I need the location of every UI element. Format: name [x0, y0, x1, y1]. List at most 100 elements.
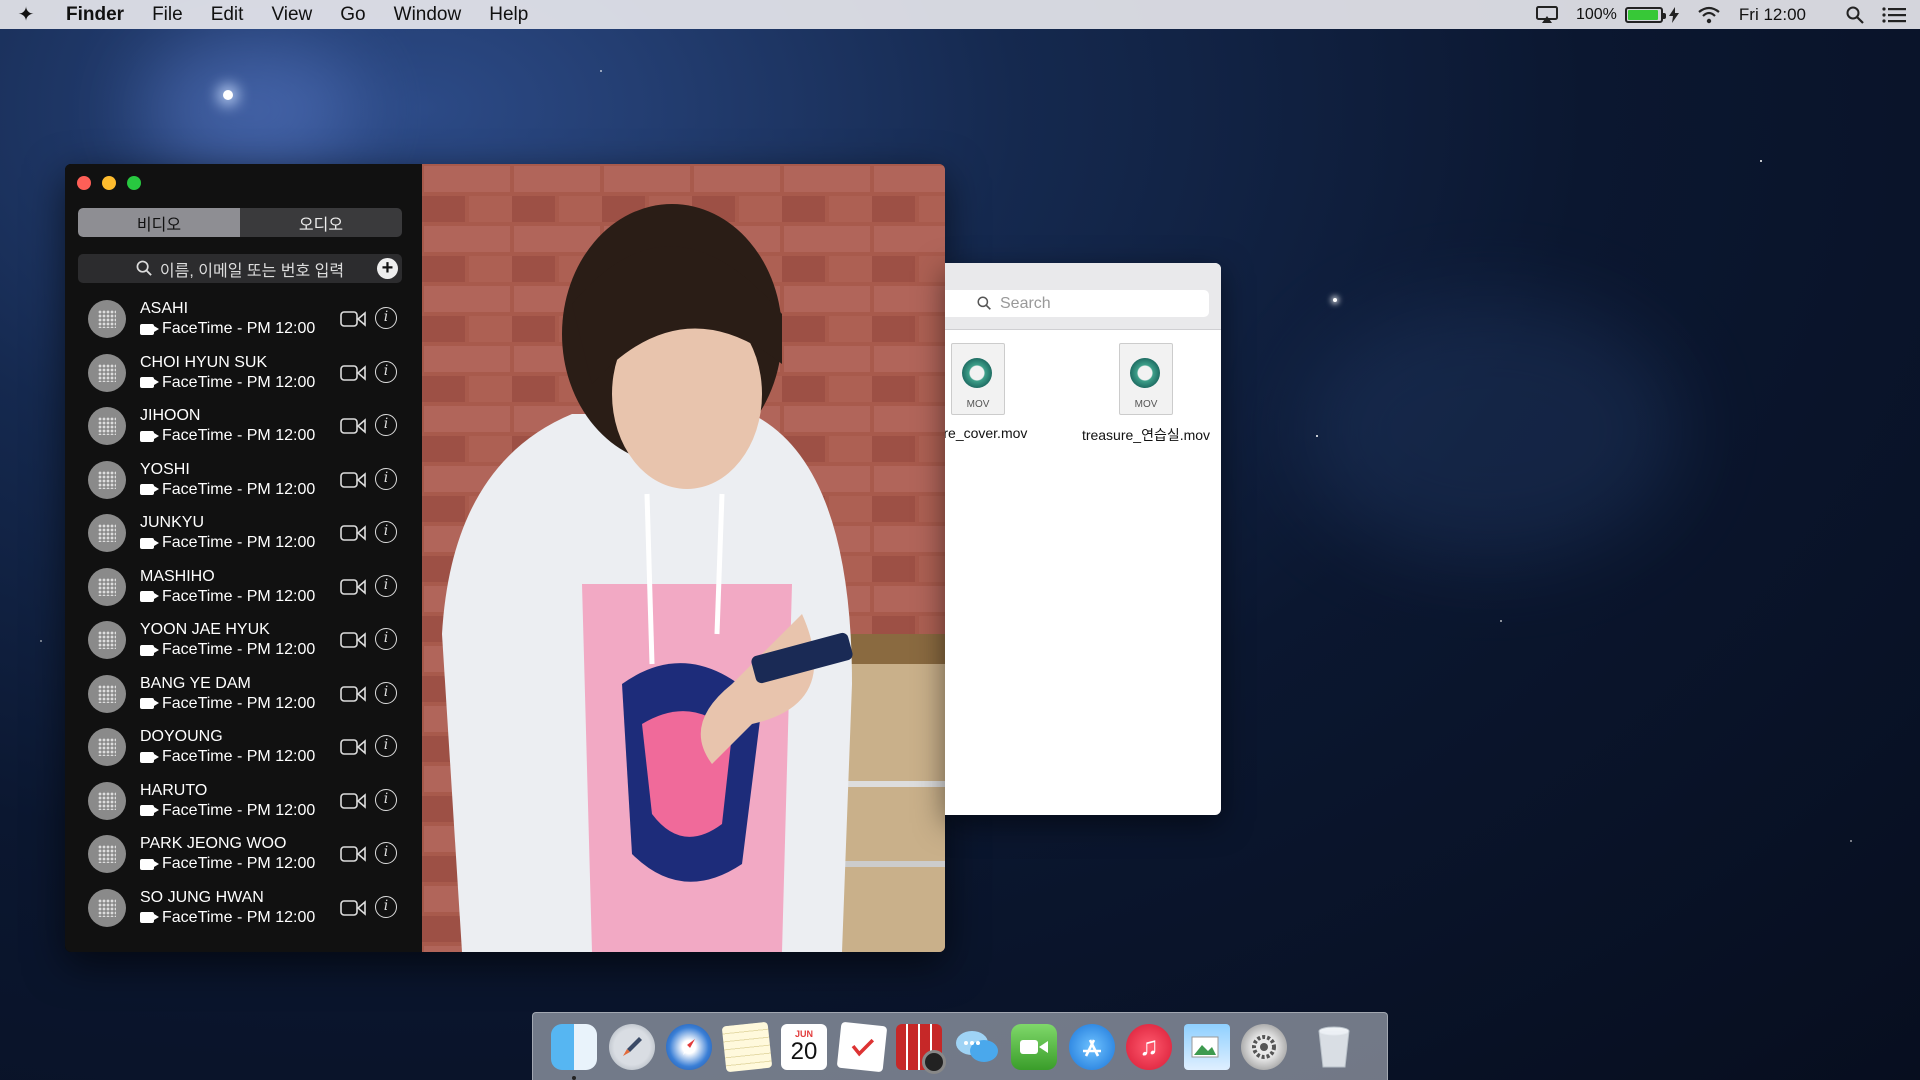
facetime-icon[interactable] — [1011, 1023, 1057, 1070]
video-call-icon — [140, 698, 159, 709]
photo-booth-icon[interactable] — [896, 1023, 946, 1074]
call-detail: FaceTime - PM 12:00 — [140, 802, 315, 820]
menu-help[interactable]: Help — [475, 0, 542, 29]
list-item[interactable]: PARK JEONG WOO FaceTime - PM 12:00 i — [65, 829, 422, 883]
menu-file[interactable]: File — [138, 0, 197, 29]
video-camera-icon[interactable] — [340, 791, 366, 811]
menu-go[interactable]: Go — [326, 0, 379, 29]
list-item[interactable]: BANG YE DAM FaceTime - PM 12:00 i — [65, 669, 422, 723]
notification-center-icon[interactable] — [1882, 6, 1906, 24]
list-item[interactable]: CHOI HYUN SUK FaceTime - PM 12:00 i — [65, 348, 422, 402]
tab-video[interactable]: 비디오 — [78, 208, 240, 237]
list-item[interactable]: JUNKYU FaceTime - PM 12:00 i — [65, 508, 422, 562]
video-call-icon — [140, 323, 159, 335]
battery-icon[interactable] — [1624, 6, 1666, 23]
call-detail-text: FaceTime - PM 12:00 — [162, 855, 316, 872]
info-icon[interactable]: i — [375, 414, 397, 436]
video-camera-icon[interactable] — [340, 898, 366, 918]
list-item[interactable]: YOON JAE HYUK FaceTime - PM 12:00 i — [65, 615, 422, 669]
app-store-icon[interactable] — [1068, 1023, 1115, 1070]
close-button[interactable] — [77, 176, 91, 190]
avatar — [88, 835, 126, 873]
apple-menu-icon[interactable]: ✦ — [0, 2, 52, 27]
menu-edit[interactable]: Edit — [197, 0, 258, 29]
video-camera-icon[interactable] — [340, 577, 366, 597]
info-icon[interactable]: i — [375, 307, 397, 329]
tab-audio[interactable]: 오디오 — [240, 208, 402, 237]
contact-name: JUNKYU — [140, 514, 205, 531]
video-camera-icon[interactable] — [340, 844, 366, 864]
list-item[interactable]: DOYOUNG FaceTime - PM 12:00 i — [65, 722, 422, 776]
quicktime-file-icon: MOV — [1119, 343, 1173, 415]
safari-icon[interactable] — [666, 1023, 712, 1070]
list-item[interactable]: YOSHI FaceTime - PM 12:00 i — [65, 455, 422, 509]
contact-name: JIHOON — [140, 407, 201, 424]
preview-icon[interactable] — [1183, 1023, 1230, 1070]
file-item[interactable]: MOV treasure_연습실.mov — [1071, 343, 1221, 445]
contact-search-field[interactable]: 이름, 이메일 또는 번호 입력 + — [78, 254, 402, 283]
list-item[interactable]: HARUTO FaceTime - PM 12:00 i — [65, 776, 422, 830]
recent-calls-list: ASAHI FaceTime - PM 12:00 i CHOI HYUN SU… — [65, 294, 422, 936]
file-item[interactable]: MOV sure_cover.mov — [945, 343, 1053, 441]
video-call-icon — [140, 805, 159, 816]
reminders-icon[interactable] — [836, 1021, 887, 1072]
video-camera-icon[interactable] — [340, 523, 366, 543]
spotlight-search-icon[interactable] — [1846, 6, 1864, 24]
info-icon[interactable]: i — [375, 360, 397, 383]
contact-name: SO JUNG HWAN — [140, 888, 264, 906]
info-icon[interactable]: i — [375, 467, 397, 490]
finder-icon[interactable] — [551, 1023, 597, 1080]
wifi-icon[interactable] — [1697, 6, 1721, 24]
menu-window[interactable]: Window — [380, 0, 476, 29]
video-camera-icon[interactable] — [340, 630, 366, 650]
add-contact-button[interactable]: + — [377, 258, 398, 279]
info-icon[interactable]: i — [375, 735, 397, 757]
star — [1500, 620, 1502, 622]
minimize-button[interactable] — [102, 176, 116, 190]
running-indicator — [572, 1075, 576, 1080]
video-camera-icon[interactable] — [340, 737, 366, 757]
notes-icon[interactable] — [721, 1021, 772, 1072]
call-detail-text: FaceTime - PM 12:00 — [162, 480, 316, 498]
menu-view[interactable]: View — [257, 0, 326, 29]
messages-icon[interactable] — [954, 1024, 1000, 1070]
video-camera-icon[interactable] — [340, 309, 366, 329]
call-detail: FaceTime - PM 12:00 — [140, 855, 315, 873]
video-camera-icon[interactable] — [340, 363, 366, 383]
list-item[interactable]: JIHOON FaceTime - PM 12:00 i — [65, 401, 422, 455]
calendar-month: JUN — [794, 1028, 813, 1039]
call-detail: FaceTime - PM 12:00 — [140, 374, 315, 392]
info-icon[interactable]: i — [375, 788, 397, 811]
launchpad-icon[interactable] — [608, 1023, 655, 1070]
call-detail: FaceTime - PM 12:00 — [140, 748, 315, 766]
list-item[interactable]: ASAHI FaceTime - PM 12:00 i — [65, 294, 422, 348]
list-item[interactable]: MASHIHO FaceTime - PM 12:00 i — [65, 562, 422, 616]
video-camera-icon[interactable] — [340, 416, 366, 436]
finder-search-field[interactable]: Search — [945, 290, 1209, 317]
info-icon[interactable]: i — [375, 842, 397, 864]
clock[interactable]: Fri 12:00 — [1739, 5, 1806, 25]
info-icon[interactable]: i — [375, 574, 397, 597]
info-icon[interactable]: i — [375, 521, 397, 543]
star — [1760, 160, 1762, 162]
info-icon[interactable]: i — [375, 628, 397, 650]
video-camera-icon[interactable] — [340, 684, 366, 704]
avatar — [88, 567, 126, 606]
menu-finder[interactable]: Finder — [52, 0, 138, 29]
file-name: sure_cover.mov — [945, 425, 1028, 441]
info-icon[interactable]: i — [375, 895, 397, 918]
search-placeholder: 이름, 이메일 또는 번호 입력 — [159, 262, 345, 280]
video-call-icon — [140, 644, 159, 656]
maximize-button[interactable] — [127, 176, 141, 190]
call-detail: FaceTime - PM 12:00 — [140, 320, 315, 338]
trash-icon[interactable] — [1311, 1024, 1357, 1070]
system-preferences-icon[interactable] — [1241, 1023, 1287, 1070]
calendar-icon[interactable]: JUN 20 — [781, 1023, 827, 1070]
contact-name: YOSHI — [140, 460, 190, 478]
video-camera-icon[interactable] — [340, 470, 366, 490]
itunes-icon[interactable]: ♫ — [1126, 1023, 1172, 1070]
list-item[interactable]: SO JUNG HWAN FaceTime - PM 12:00 i — [65, 883, 422, 937]
airplay-icon[interactable] — [1535, 5, 1558, 24]
info-icon[interactable]: i — [375, 681, 397, 704]
call-detail: FaceTime - PM 12:00 — [140, 695, 315, 713]
